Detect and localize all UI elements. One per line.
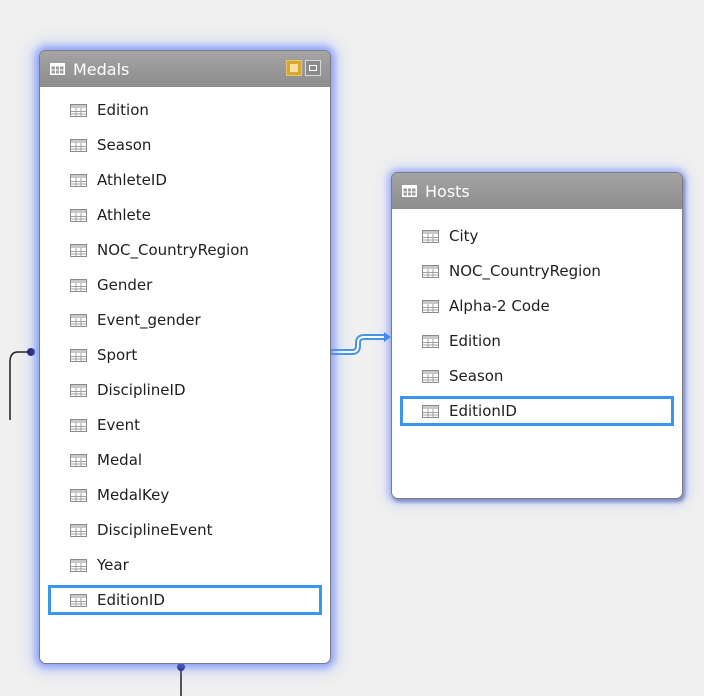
column-icon [70,453,87,467]
field-editionid[interactable]: EditionID [48,585,322,615]
field-label: Sport [97,346,138,364]
field-label: EditionID [449,402,517,420]
field-label: DisciplineEvent [97,521,213,539]
show-fields-button[interactable] [286,60,302,76]
table-header-medals[interactable]: Medals [40,51,330,87]
column-icon [70,348,87,362]
field-label: Athlete [97,206,151,224]
column-icon [422,229,439,243]
column-icon [422,369,439,383]
column-icon [422,299,439,313]
field-city[interactable]: City [400,221,674,251]
column-icon [70,593,87,607]
relationship-line-left[interactable] [9,348,35,420]
field-noc-countryregion[interactable]: NOC_CountryRegion [400,256,674,286]
field-label: Edition [449,332,501,350]
diagram-canvas[interactable]: Medals Edition Season AthleteID Athlete … [0,0,704,696]
field-medalkey[interactable]: MedalKey [48,480,322,510]
table-medals[interactable]: Medals Edition Season AthleteID Athlete … [39,50,331,664]
field-label: Medal [97,451,143,469]
column-icon [422,264,439,278]
field-edition[interactable]: Edition [400,326,674,356]
field-disciplineid[interactable]: DisciplineID [48,375,322,405]
column-icon [70,523,87,537]
field-label: Year [97,556,129,574]
field-label: Edition [97,101,149,119]
column-icon [70,383,87,397]
table-title: Medals [73,59,130,79]
field-label: NOC_CountryRegion [97,241,249,259]
column-icon [70,278,87,292]
field-label: AthleteID [97,171,167,189]
column-icon [70,488,87,502]
field-noc-countryregion[interactable]: NOC_CountryRegion [48,235,322,265]
field-label: Alpha-2 Code [449,297,550,315]
field-athleteid[interactable]: AthleteID [48,165,322,195]
field-label: Event [97,416,140,434]
column-icon [422,404,439,418]
field-label: City [449,227,479,245]
column-icon [70,418,87,432]
field-season[interactable]: Season [400,361,674,391]
field-label: Season [97,136,152,154]
minimize-button[interactable] [305,60,321,76]
table-icon [50,63,65,75]
column-icon [70,558,87,572]
field-label: MedalKey [97,486,170,504]
table-title: Hosts [425,181,470,201]
column-icon [70,138,87,152]
field-event[interactable]: Event [48,410,322,440]
field-event-gender[interactable]: Event_gender [48,305,322,335]
column-icon [422,334,439,348]
column-icon [70,103,87,117]
field-label: NOC_CountryRegion [449,262,601,280]
column-icon [70,243,87,257]
field-label: Event_gender [97,311,201,329]
column-icon [70,313,87,327]
table-header-hosts[interactable]: Hosts [392,173,682,209]
field-label: DisciplineID [97,381,186,399]
field-season[interactable]: Season [48,130,322,160]
column-icon [70,173,87,187]
field-alpha-2-code[interactable]: Alpha-2 Code [400,291,674,321]
table-hosts[interactable]: Hosts City NOC_CountryRegion Alpha-2 Cod… [391,172,683,499]
field-label: EditionID [97,591,165,609]
field-sport[interactable]: Sport [48,340,322,370]
table-icon [402,185,417,197]
column-icon [70,208,87,222]
field-editionid[interactable]: EditionID [400,396,674,426]
field-medal[interactable]: Medal [48,445,322,475]
field-edition[interactable]: Edition [48,95,322,125]
field-year[interactable]: Year [48,550,322,580]
field-label: Season [449,367,504,385]
field-disciplineevent[interactable]: DisciplineEvent [48,515,322,545]
relationship-line-bottom[interactable] [177,663,185,696]
field-athlete[interactable]: Athlete [48,200,322,230]
field-label: Gender [97,276,153,294]
field-gender[interactable]: Gender [48,270,322,300]
relationship-line-medals-hosts[interactable] [329,332,391,355]
table-header-buttons [286,60,321,76]
